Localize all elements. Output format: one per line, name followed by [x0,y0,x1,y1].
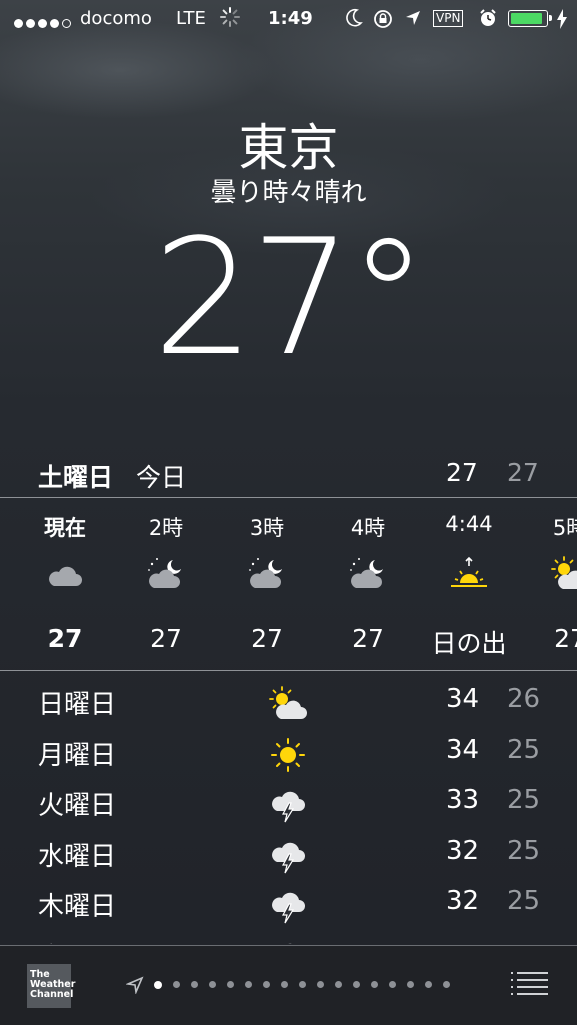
daily-high: 33 [446,785,480,815]
daily-forecast-row: 金曜日 [0,931,577,945]
network-type: LTE [176,8,206,29]
page-dot[interactable] [209,981,216,988]
daily-low: 25 [507,785,541,815]
page-dot[interactable] [191,981,198,988]
weekday-name: 月曜日 [38,740,117,771]
today-low: 27 [507,458,539,487]
hourly-time: 5時 [552,516,577,540]
daily-high: 34 [446,684,480,714]
daily-low: 25 [507,886,541,916]
divider [0,670,577,671]
divider [0,497,577,498]
sun-cloud-icon [550,556,577,592]
location-services-icon [404,9,422,32]
location-arrow-icon[interactable] [125,976,144,998]
weekday-name: 木曜日 [38,892,117,922]
thunderstorm-icon [268,888,308,924]
today-high: 27 [446,458,478,487]
bottom-toolbar: The Weather Channel [0,945,577,1025]
current-temperature: 27° [152,204,429,391]
page-indicator[interactable] [154,974,461,993]
sun-cloud-icon [268,686,308,722]
page-dot[interactable] [154,980,162,989]
page-dot[interactable] [335,981,342,988]
hourly-time: 3時 [249,516,285,540]
page-dot[interactable] [299,981,306,988]
do-not-disturb-moon-icon [345,8,363,33]
hourly-forecast-scroller[interactable]: 現在 27 2時 27 3時 27 4時 27 4:44 日の出 5時 27 [0,500,577,670]
alarm-clock-icon [478,8,498,33]
daily-forecast-row: 木曜日 32 25 [0,880,577,930]
hourly-time: 現在 [44,516,86,540]
signal-strength-icon [14,12,74,33]
page-dot[interactable] [281,981,288,988]
weekday-name: 火曜日 [38,791,117,821]
battery-icon [508,10,552,27]
cloud-moon-icon [348,556,388,592]
page-dot[interactable] [425,981,432,988]
thunderstorm-icon [268,939,308,944]
sunrise-icon [449,556,489,592]
page-dot[interactable] [407,981,414,988]
hourly-temperature: 27 [47,624,83,653]
daily-forecast-row: 火曜日 33 25 [0,779,577,829]
city-name: 東京 [238,119,339,177]
sun-icon [268,737,308,773]
page-dot[interactable] [389,981,396,988]
weekday-name: 金曜日 [38,937,116,945]
weekday-name: 日曜日 [38,690,117,720]
thunderstorm-icon [268,838,308,874]
page-dot[interactable] [173,981,180,988]
page-dot[interactable] [443,981,450,988]
daily-forecast-row: 月曜日 34 25 [0,729,577,779]
hourly-time: 4時 [350,516,386,540]
hourly-time: 4:44 [445,512,493,536]
page-dot[interactable] [371,981,378,988]
daily-forecast-row: 日曜日 34 26 [0,678,577,728]
daily-high: 32 [446,835,480,866]
daily-forecast-row: 水曜日 32 25 [0,830,577,880]
carrier-name: docomo [80,8,152,29]
daily-low: 25 [507,835,541,866]
vpn-indicator: VPN [433,10,464,27]
cloud-moon-icon [146,556,186,592]
page-dot[interactable] [353,981,360,988]
today-weekday: 土曜日 [38,463,114,492]
hourly-temperature: 27 [554,624,577,653]
hourly-time: 2時 [148,516,184,540]
daily-high: 32 [446,886,480,916]
today-label: 今日 [136,463,187,492]
page-dot[interactable] [317,981,324,988]
daily-high: 34 [446,734,480,765]
cloud-icon [45,556,85,592]
battery-level-fill [511,13,543,24]
list-icon[interactable] [508,970,550,998]
weather-channel-logo[interactable]: The Weather Channel [27,964,75,1008]
activity-spinner-icon [219,6,241,33]
hourly-temperature: 27 [251,624,283,653]
cloud-moon-icon [247,556,287,592]
page-dot[interactable] [245,981,252,988]
daily-low: 26 [507,684,541,714]
status-bar: docomo LTE 1:49 VPN [0,0,577,38]
page-dot[interactable] [227,981,234,988]
hourly-temperature: 日の出 [431,629,507,658]
rotation-lock-icon [372,8,394,35]
page-dot[interactable] [263,981,270,988]
thunderstorm-icon [268,787,308,823]
weekday-name: 水曜日 [38,841,117,872]
charging-bolt-icon [556,9,568,34]
hourly-temperature: 27 [150,624,182,653]
today-summary-row: 土曜日 今日 27 27 [0,452,577,496]
status-time: 1:49 [268,8,313,29]
hourly-temperature: 27 [352,624,384,653]
daily-forecast-list[interactable]: 日曜日 34 26 月曜日 34 25 火曜日 33 25 水曜日 32 25 木曜日 32 25 金曜日 [0,678,577,944]
daily-low: 25 [507,734,541,765]
